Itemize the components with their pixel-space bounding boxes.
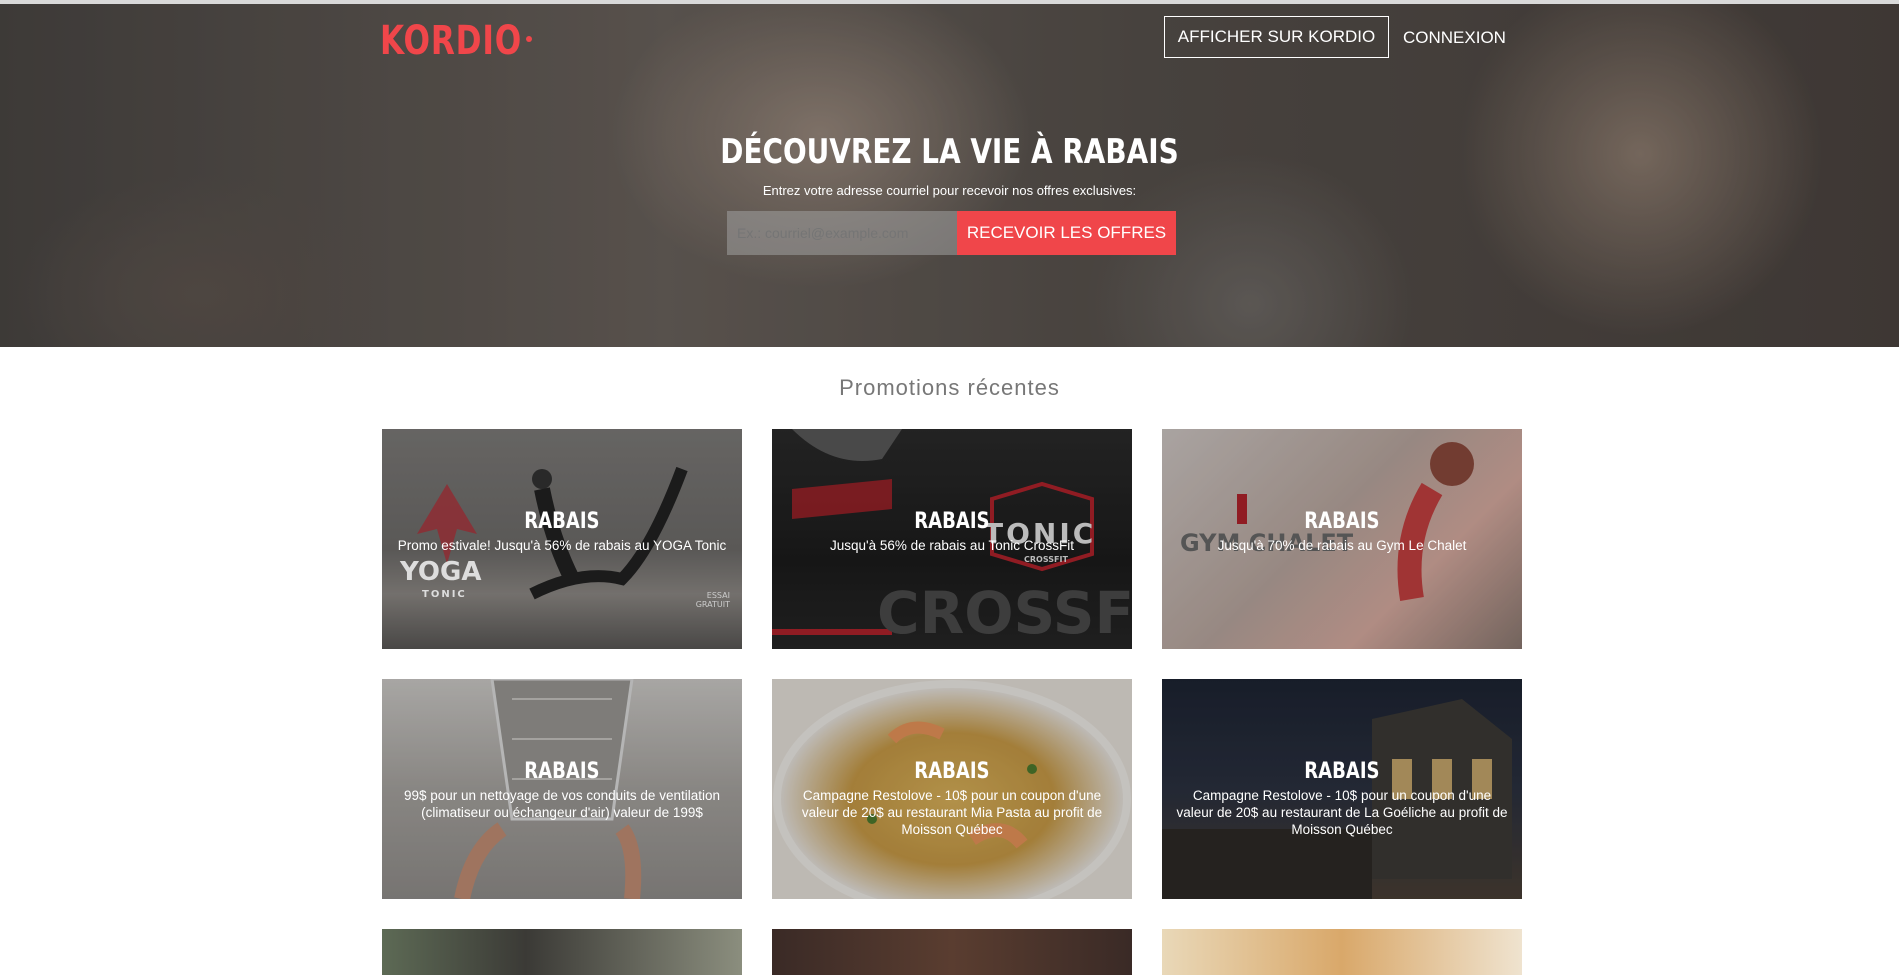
yoga-logo-text: YOGA (400, 557, 482, 587)
promo-card-gym-le-chalet[interactable]: GYM CHALET RABAIS Jusqu'à 70% de rabais … (1162, 429, 1522, 649)
hero-subtitle: Entrez votre adresse courriel pour recev… (762, 183, 1137, 198)
promo-tag: RABAIS (1162, 509, 1522, 534)
promo-description: Jusqu'à 56% de rabais au Tonic CrossFit (830, 538, 1074, 553)
promo-tag-text: RABAIS (524, 509, 600, 534)
promo-card-ventilation[interactable]: RABAIS 99$ pour un nettoyage de vos cond… (382, 679, 742, 899)
promo-tag-text: RABAIS (914, 759, 990, 784)
promo-card-mia-pasta[interactable]: RABAIS Campagne Restolove - 10$ pour un … (772, 679, 1132, 899)
crossfit-small-text: CROSSFIT (1024, 555, 1068, 564)
hero-title: DÉCOUVREZ LA VIE À RABAIS (0, 132, 1899, 172)
login-link[interactable]: CONNEXION (1403, 28, 1506, 48)
email-input[interactable] (727, 211, 957, 255)
promo-tag-text: RABAIS (1304, 759, 1380, 784)
yoga-logo-subtext: TONIC (422, 589, 467, 600)
promo-tag-text: RABAIS (914, 509, 990, 534)
promo-card-yoga-tonic[interactable]: YOGA TONIC ESSAI GRATUIT RABAIS Promo es… (382, 429, 742, 649)
promo-card-partial-3[interactable] (1162, 929, 1522, 975)
promo-description: 99$ pour un nettoyage de vos conduits de… (404, 788, 720, 820)
promo-tag-text: RABAIS (524, 759, 600, 784)
hero-overlay (0, 4, 1899, 347)
free-trial-text: ESSAI GRATUIT (695, 591, 730, 609)
promo-tag: RABAIS (1162, 759, 1522, 784)
promo-description: Jusqu'à 70% de rabais au Gym Le Chalet (1217, 538, 1467, 553)
promo-tag: RABAIS (382, 759, 742, 784)
promo-tag: RABAIS (772, 509, 1132, 534)
show-on-kordio-button[interactable]: AFFICHER SUR KORDIO (1164, 16, 1389, 58)
promo-card-tonic-crossfit[interactable]: TONIC CROSSFIT CROSSFI RABAIS Jusqu'à 56… (772, 429, 1132, 649)
logo-dot (526, 36, 532, 42)
promo-tag: RABAIS (382, 509, 742, 534)
receive-offers-button[interactable]: RECEVOIR LES OFFRES (957, 211, 1176, 255)
promo-description: Campagne Restolove - 10$ pour un coupon … (801, 788, 1103, 837)
promo-tag-text: RABAIS (1304, 509, 1380, 534)
promo-description: Campagne Restolove - 10$ pour un coupon … (1176, 788, 1508, 837)
promo-card-partial-2[interactable] (772, 929, 1132, 975)
kordio-logo[interactable]: KORDIO (380, 18, 522, 64)
promo-tag: RABAIS (772, 759, 1132, 784)
crossfit-big-text: CROSSFI (877, 579, 1132, 647)
hero-banner (0, 4, 1899, 347)
section-title: Promotions récentes (839, 375, 1060, 400)
promo-card-partial-1[interactable] (382, 929, 742, 975)
promo-card-la-goeliche[interactable]: RABAIS Campagne Restolove - 10$ pour un … (1162, 679, 1522, 899)
promo-description: Promo estivale! Jusqu'à 56% de rabais au… (397, 538, 727, 553)
hero-title-text: DÉCOUVREZ LA VIE À RABAIS (720, 132, 1179, 172)
